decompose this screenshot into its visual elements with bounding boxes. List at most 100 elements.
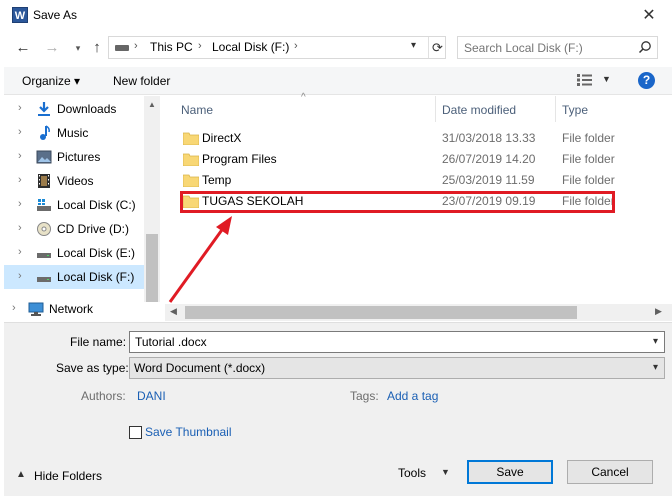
- pictures-icon: [36, 150, 52, 164]
- nav-item-label: Local Disk (F:): [57, 270, 135, 284]
- table-row[interactable]: Program Files 26/07/2019 14.20 File fold…: [175, 149, 672, 170]
- column-header-date-modified[interactable]: Date modified: [442, 103, 516, 117]
- nav-item-label: Local Disk (E:): [57, 246, 136, 260]
- folder-icon: [183, 132, 199, 145]
- scrollbar-thumb[interactable]: [185, 306, 577, 319]
- drive-icon: [37, 277, 51, 282]
- save-thumbnail-label[interactable]: Save Thumbnail: [145, 425, 232, 439]
- scroll-right-icon[interactable]: ▶: [655, 306, 662, 317]
- organize-menu-button[interactable]: Organize ▾: [22, 74, 80, 88]
- nav-item-label: Videos: [57, 174, 94, 188]
- film-strip-icon: [38, 174, 50, 188]
- download-arrow-icon: [38, 102, 50, 116]
- column-header-type[interactable]: Type: [562, 103, 588, 117]
- tools-menu-button[interactable]: Tools: [398, 466, 426, 480]
- save-thumbnail-checkbox[interactable]: [129, 426, 142, 439]
- view-dropdown-icon[interactable]: ▼: [602, 74, 611, 84]
- view-options-icon[interactable]: [576, 73, 596, 87]
- nav-item-network[interactable]: › Network: [4, 297, 144, 321]
- nav-item-music[interactable]: › Music: [4, 121, 144, 145]
- file-name: Temp: [202, 173, 232, 187]
- file-type: File folder: [562, 152, 615, 166]
- word-app-icon: W: [12, 7, 28, 23]
- expand-chevron-icon[interactable]: ›: [18, 198, 22, 210]
- scroll-up-icon[interactable]: ▲: [148, 100, 156, 109]
- save-as-type-select[interactable]: Word Document (*.docx) ▾: [129, 357, 665, 379]
- scrollbar-thumb[interactable]: [146, 234, 158, 302]
- sort-caret-icon: ^: [301, 92, 306, 103]
- navigation-scrollbar[interactable]: ▲: [144, 96, 160, 302]
- search-box[interactable]: [457, 36, 658, 59]
- column-divider[interactable]: [435, 96, 436, 122]
- file-date: 31/03/2018 13.33: [442, 131, 536, 145]
- expand-chevron-icon[interactable]: ›: [18, 174, 22, 186]
- expand-chevron-icon[interactable]: ›: [18, 246, 22, 258]
- nav-item-local-disk-c[interactable]: › Local Disk (C:): [4, 193, 144, 217]
- music-note-icon: [40, 125, 50, 140]
- expand-chevron-icon[interactable]: ›: [18, 150, 22, 162]
- file-date: 25/03/2019 11.59: [442, 173, 535, 187]
- nav-item-local-disk-e[interactable]: › Local Disk (E:): [4, 241, 144, 265]
- nav-item-label: Pictures: [57, 150, 101, 164]
- nav-item-downloads[interactable]: › Downloads: [4, 97, 144, 121]
- column-header-name[interactable]: Name: [181, 103, 213, 117]
- authors-value[interactable]: DANI: [137, 389, 166, 403]
- back-arrow-icon[interactable]: ←: [12, 38, 34, 58]
- expand-chevron-icon[interactable]: ›: [18, 126, 22, 138]
- network-icon: [28, 302, 44, 316]
- search-icon[interactable]: [638, 40, 652, 54]
- table-row[interactable]: Temp 25/03/2019 11.59 File folder: [175, 170, 672, 191]
- address-bar[interactable]: › This PC › Local Disk (F:) › ▾ ⟳: [108, 36, 446, 59]
- nav-item-label: Downloads: [57, 102, 117, 116]
- address-dropdown-icon[interactable]: ▾: [411, 40, 416, 51]
- breadcrumb-separator-icon: ›: [198, 40, 202, 52]
- windows-drive-icon: [37, 199, 51, 211]
- search-input[interactable]: [464, 40, 634, 55]
- scroll-left-icon[interactable]: ◀: [170, 306, 177, 317]
- nav-item-videos[interactable]: › Videos: [4, 169, 144, 193]
- navigation-pane: › Downloads › Music › Pictures › Videos …: [4, 96, 160, 322]
- nav-item-label: Local Disk (C:): [57, 198, 136, 212]
- forward-arrow-icon[interactable]: →: [41, 38, 63, 58]
- cd-drive-icon: [37, 222, 51, 236]
- horizontal-scrollbar[interactable]: ◀ ▶: [165, 304, 672, 321]
- column-divider[interactable]: [555, 96, 556, 122]
- tools-dropdown-icon[interactable]: ▼: [441, 467, 450, 477]
- table-row[interactable]: DirectX 31/03/2018 13.33 File folder: [175, 128, 672, 149]
- annotation-arrow-icon: [168, 216, 232, 303]
- expand-chevron-icon[interactable]: ›: [18, 270, 22, 282]
- cancel-button[interactable]: Cancel: [567, 460, 653, 484]
- expand-chevron-icon[interactable]: ›: [12, 302, 16, 314]
- file-name: DirectX: [202, 131, 242, 145]
- drive-icon: [37, 253, 51, 258]
- close-button[interactable]: ✕: [626, 0, 672, 32]
- tags-value[interactable]: Add a tag: [387, 389, 438, 403]
- up-arrow-icon[interactable]: ↑: [86, 38, 108, 58]
- breadcrumb-local-disk-f[interactable]: Local Disk (F:): [212, 40, 289, 54]
- nav-item-label: Network: [49, 302, 94, 316]
- nav-item-local-disk-f[interactable]: › Local Disk (F:): [4, 265, 144, 289]
- breadcrumb-this-pc[interactable]: This PC: [150, 40, 193, 54]
- expand-chevron-icon[interactable]: ›: [18, 222, 22, 234]
- column-header-row: ^ Name Date modified Type: [165, 92, 672, 122]
- nav-item-label: Music: [57, 126, 89, 140]
- expand-chevron-icon[interactable]: ›: [18, 102, 22, 114]
- chevron-down-icon[interactable]: ▾: [653, 362, 658, 373]
- authors-label: Authors:: [81, 389, 126, 403]
- title-bar: [0, 0, 672, 32]
- nav-item-cd-drive-d[interactable]: › CD Drive (D:): [4, 217, 144, 241]
- breadcrumb-separator-icon: ›: [294, 40, 298, 52]
- collapse-chevron-icon[interactable]: ▲: [16, 469, 26, 480]
- nav-item-label: CD Drive (D:): [57, 222, 129, 236]
- file-type: File folder: [562, 131, 615, 145]
- nav-item-pictures[interactable]: › Pictures: [4, 145, 144, 169]
- save-button[interactable]: Save: [467, 460, 553, 484]
- refresh-icon[interactable]: ⟳: [428, 37, 446, 58]
- file-name-field[interactable]: Tutorial .docx ▾: [129, 331, 665, 353]
- chevron-down-icon[interactable]: ▾: [653, 336, 658, 347]
- drive-icon: [115, 45, 129, 51]
- hide-folders-button[interactable]: Hide Folders: [34, 469, 102, 483]
- file-type: File folder: [562, 173, 615, 187]
- new-folder-button[interactable]: New folder: [113, 74, 170, 88]
- help-icon[interactable]: ?: [638, 72, 655, 89]
